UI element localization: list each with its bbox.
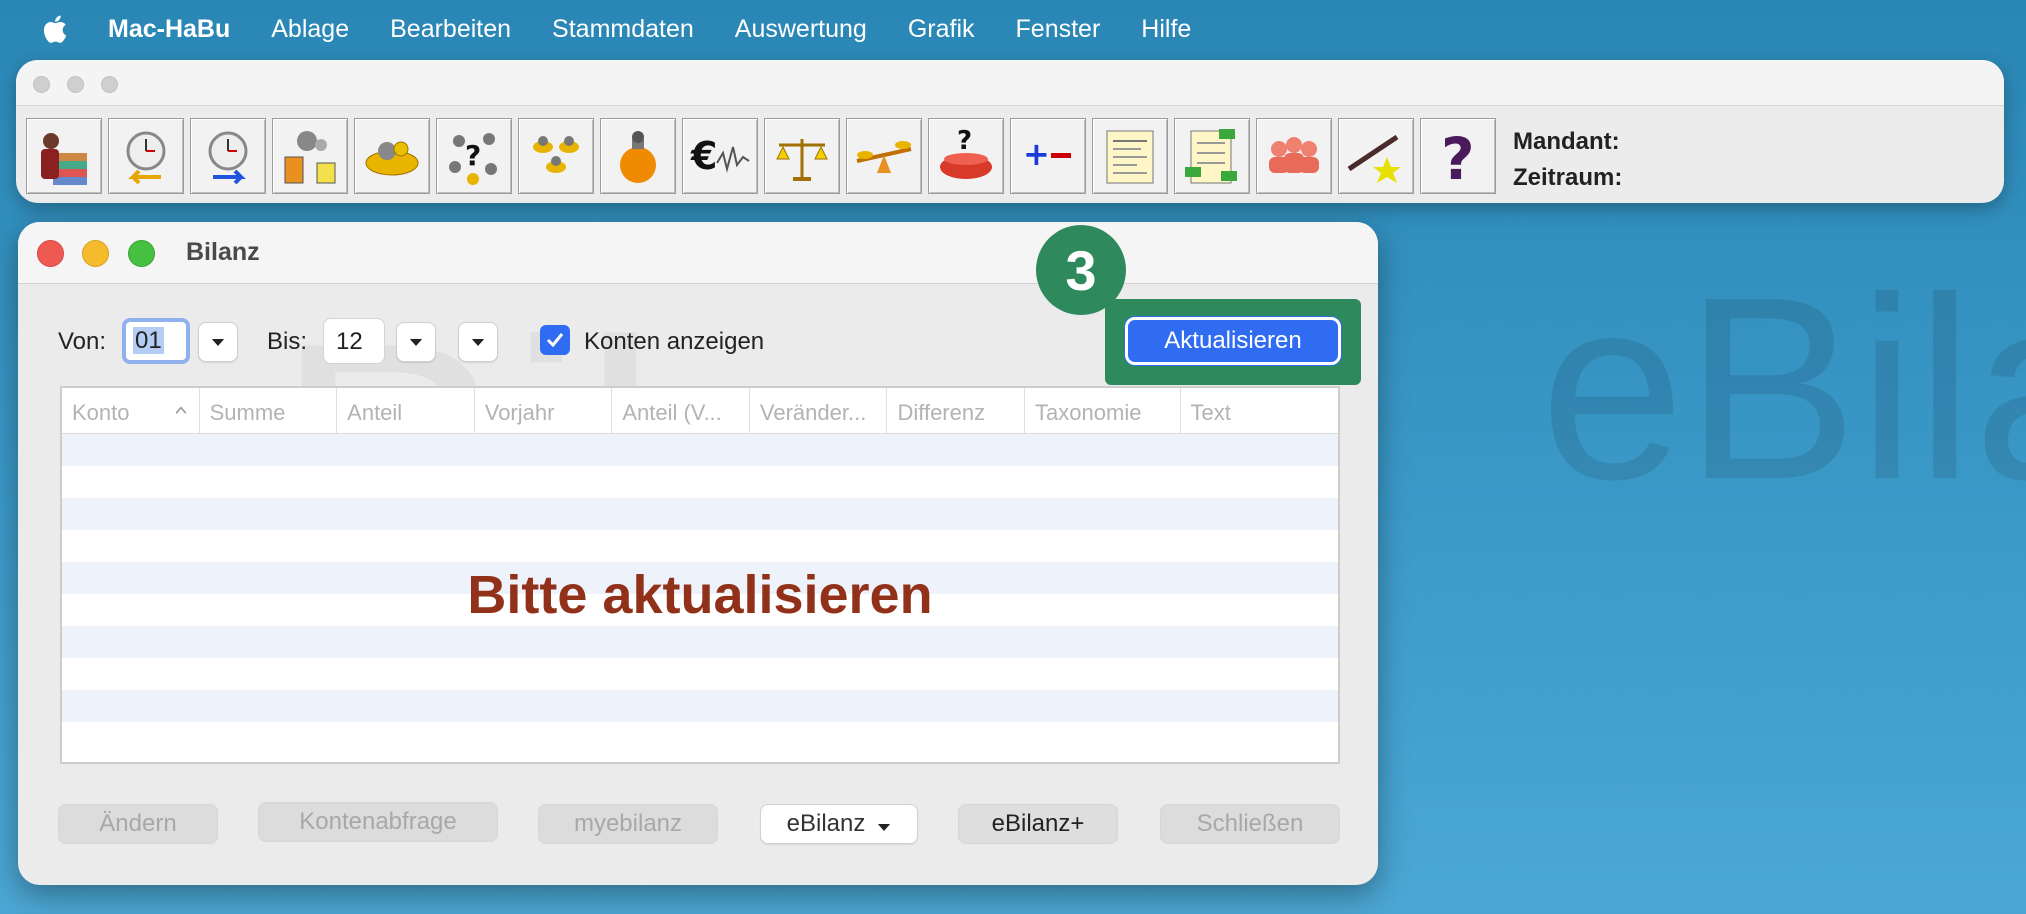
menu-auswertung[interactable]: Auswertung (735, 15, 867, 44)
column-veraenderung[interactable]: Veränder... (750, 388, 888, 433)
help-icon[interactable]: ? (1420, 118, 1496, 194)
sort-ascending-icon (175, 406, 186, 414)
toolbar-buttons: ? € ? + ? (26, 118, 1496, 194)
money-bag-icon[interactable] (600, 118, 676, 194)
chevron-down-icon (211, 338, 225, 346)
schliessen-button[interactable]: Schließen (1160, 804, 1340, 844)
transfer-icon[interactable] (272, 118, 348, 194)
zeitraum-label: Zeitraum: (1513, 164, 1623, 191)
question-balls-icon[interactable]: ? (436, 118, 512, 194)
myebilanz-button[interactable]: myebilanz (538, 804, 718, 844)
desktop-watermark: eBilanz+ (1540, 244, 2026, 534)
menu-stammdaten[interactable]: Stammdaten (552, 15, 694, 44)
chevron-down-icon (878, 823, 891, 831)
period-dropdown-button[interactable] (458, 322, 498, 362)
bilanz-table: Konto Summe Anteil Vorjahr Anteil (V... … (60, 386, 1340, 764)
table-header: Konto Summe Anteil Vorjahr Anteil (V... … (62, 388, 1338, 434)
menu-app-name[interactable]: Mac-HaBu (108, 15, 230, 44)
aendern-button[interactable]: Ändern (58, 804, 218, 844)
toolbar-window: ? € ? + ? Mandant: Zeitraum: (16, 60, 2004, 203)
chevron-down-icon (409, 338, 423, 346)
bilanz-titlebar: Bilanz (18, 222, 1378, 284)
plus-minus-icon[interactable]: + (1010, 118, 1086, 194)
clock-forward-icon[interactable] (190, 118, 266, 194)
column-anteil-vorjahr[interactable]: Anteil (V... (612, 388, 750, 433)
seesaw-icon[interactable] (846, 118, 922, 194)
table-body: Bitte aktualisieren (62, 434, 1338, 754)
books-person-icon[interactable] (26, 118, 102, 194)
empty-message: Bitte aktualisieren (467, 565, 933, 625)
toolbar-titlebar (16, 60, 2004, 106)
menu-bar: Mac-HaBu Ablage Bearbeiten Stammdaten Au… (0, 0, 2026, 58)
menu-fenster[interactable]: Fenster (1016, 15, 1101, 44)
ebilanz-plus-button[interactable]: eBilanz+ (958, 804, 1118, 844)
von-label: Von: (58, 328, 107, 355)
minimize-button[interactable] (82, 240, 109, 267)
step-badge: 3 (1036, 225, 1126, 315)
von-dropdown-button[interactable] (198, 322, 238, 362)
toolbar-info: Mandant: Zeitraum: (1513, 124, 1622, 196)
mandant-label: Mandant: (1513, 128, 1620, 155)
bis-field[interactable]: 12 (323, 318, 385, 364)
window-title: Bilanz (186, 238, 260, 266)
minimize-button-inactive[interactable] (67, 76, 84, 93)
column-vorjahr[interactable]: Vorjahr (475, 388, 613, 433)
document-money-icon[interactable] (1174, 118, 1250, 194)
people-icon[interactable] (1256, 118, 1332, 194)
aktualisieren-button[interactable]: Aktualisieren (1125, 317, 1341, 365)
balls-icon[interactable] (518, 118, 594, 194)
svg-text:?: ? (1441, 125, 1475, 189)
column-taxonomie[interactable]: Taxonomie (1025, 388, 1181, 433)
konten-label[interactable]: Konten anzeigen (584, 328, 764, 356)
svg-text:?: ? (465, 139, 481, 172)
pot-question-icon[interactable]: ? (928, 118, 1004, 194)
konten-checkbox[interactable] (540, 325, 570, 355)
column-text[interactable]: Text (1181, 388, 1338, 433)
kontenabfrage-button[interactable]: Kontenabfrage (258, 802, 498, 842)
bilanz-window: eBilanz Bilanz Von: 01 Bis: 12 Konten an… (18, 222, 1378, 885)
euro-chart-icon[interactable]: € (682, 118, 758, 194)
column-konto[interactable]: Konto (62, 388, 200, 433)
svg-text:€: € (690, 134, 717, 178)
svg-text:+: + (1023, 135, 1050, 173)
von-field[interactable]: 01 (122, 318, 190, 364)
report-icon[interactable] (1092, 118, 1168, 194)
checkmark-icon (546, 333, 564, 348)
wand-icon[interactable] (1338, 118, 1414, 194)
bis-value: 12 (336, 328, 363, 355)
von-value: 01 (133, 327, 164, 354)
apple-icon[interactable] (40, 12, 70, 46)
menu-ablage[interactable]: Ablage (271, 15, 349, 44)
svg-text:?: ? (957, 126, 972, 156)
column-differenz[interactable]: Differenz (887, 388, 1026, 433)
ebilanz-dropdown[interactable]: eBilanz (760, 804, 918, 844)
close-button-inactive[interactable] (33, 76, 50, 93)
column-summe[interactable]: Summe (200, 388, 338, 433)
column-anteil[interactable]: Anteil (337, 388, 475, 433)
zoom-button[interactable] (128, 240, 155, 267)
scale-icon[interactable] (764, 118, 840, 194)
bis-label: Bis: (267, 328, 308, 355)
close-button[interactable] (37, 240, 64, 267)
zoom-button-inactive[interactable] (101, 76, 118, 93)
clock-back-icon[interactable] (108, 118, 184, 194)
menu-bearbeiten[interactable]: Bearbeiten (390, 15, 511, 44)
chevron-down-icon (471, 338, 485, 346)
button-row: Ändern Kontenabfrage myebilanz eBilanz e… (18, 802, 1378, 848)
coin-bowl-icon[interactable] (354, 118, 430, 194)
bis-dropdown-button[interactable] (396, 322, 436, 362)
menu-hilfe[interactable]: Hilfe (1141, 15, 1191, 44)
menu-grafik[interactable]: Grafik (908, 15, 975, 44)
ebilanz-label: eBilanz (786, 810, 866, 837)
